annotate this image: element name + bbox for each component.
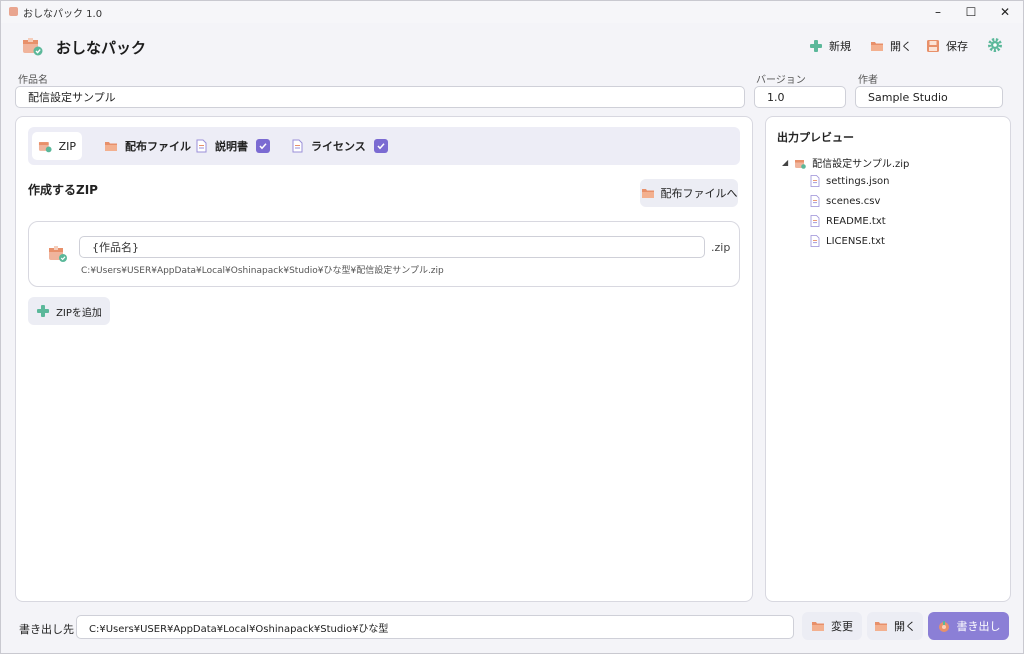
save-icon xyxy=(927,40,939,52)
app-name: おしなパック xyxy=(56,39,147,57)
gear-icon[interactable] xyxy=(987,37,1003,53)
tab-zip-label: ZIP xyxy=(58,139,76,153)
export-button-label: 書き出し xyxy=(956,620,1001,633)
add-zip-button[interactable]: ZIPを追加 xyxy=(28,297,110,325)
folder-icon xyxy=(812,622,824,631)
folder-icon xyxy=(875,622,887,631)
zip-icon xyxy=(38,142,52,153)
preview-title: 出力プレビュー xyxy=(777,131,854,144)
new-button[interactable]: 新規 xyxy=(809,37,851,55)
main-panel: ZIP 配布ファイル 説明書 ライセンス 作成するZIP 配布ファイルへ {作品… xyxy=(15,116,753,602)
tree-file-label: scenes.csv xyxy=(826,195,881,207)
change-button[interactable]: 変更 xyxy=(802,612,862,640)
app-mini-icon xyxy=(9,7,18,16)
close-button[interactable]: ✕ xyxy=(988,1,1022,23)
zip-icon xyxy=(795,159,806,169)
tree-file-label: LICENSE.txt xyxy=(826,235,885,247)
output-preview-panel: 出力プレビュー ◢ 配信設定サンプル.zip settings.json sce… xyxy=(765,116,1011,602)
tab-bar: ZIP 配布ファイル 説明書 ライセンス xyxy=(28,127,740,165)
open-button[interactable]: 開く xyxy=(870,37,912,55)
plus-icon xyxy=(37,305,50,317)
work-name-label: 作品名 xyxy=(18,75,48,86)
version-label: バージョン xyxy=(756,75,806,86)
zip-name-input[interactable]: {作品名} xyxy=(79,236,705,258)
title-bar: おしなパック 1.0 – ☐ ✕ xyxy=(1,1,1023,23)
author-label: 作者 xyxy=(858,75,878,86)
export-button[interactable]: 書き出し xyxy=(928,612,1009,640)
tab-readme[interactable]: 説明書 xyxy=(188,132,276,160)
file-icon xyxy=(810,175,820,187)
tree-root-label: 配信設定サンプル.zip xyxy=(812,159,910,170)
tree-file-item[interactable]: settings.json xyxy=(810,175,890,187)
output-path-input[interactable]: C:¥Users¥USER¥AppData¥Local¥Oshinapack¥S… xyxy=(76,615,794,639)
license-checkbox[interactable] xyxy=(373,139,388,153)
document-icon xyxy=(196,139,207,153)
open-folder-button-label: 開く xyxy=(894,620,916,633)
readme-checkbox[interactable] xyxy=(256,139,270,153)
tab-distribution-files[interactable]: 配布ファイル xyxy=(98,132,197,160)
maximize-button[interactable]: ☐ xyxy=(954,1,988,23)
zip-output-path: C:¥Users¥USER¥AppData¥Local¥Oshinapack¥S… xyxy=(81,266,444,276)
open-button-label: 開く xyxy=(890,40,912,53)
folder-icon xyxy=(641,189,654,198)
save-button-label: 保存 xyxy=(946,40,968,53)
tree-file-label: settings.json xyxy=(826,175,890,187)
zip-extension: .zip xyxy=(711,241,731,254)
change-button-label: 変更 xyxy=(831,620,853,633)
go-to-distribution-button[interactable]: 配布ファイルへ xyxy=(640,179,738,207)
minimize-button[interactable]: – xyxy=(921,1,955,23)
tab-license[interactable]: ライセンス xyxy=(284,132,394,160)
app-logo-icon xyxy=(23,38,43,56)
tab-zip[interactable]: ZIP xyxy=(32,132,82,160)
zip-package-icon xyxy=(49,246,67,262)
tree-file-item[interactable]: LICENSE.txt xyxy=(810,235,885,247)
new-button-label: 新規 xyxy=(829,40,851,53)
tree-file-item[interactable]: scenes.csv xyxy=(810,195,880,207)
folder-icon xyxy=(105,142,117,151)
tree-file-label: README.txt xyxy=(826,215,886,227)
file-icon xyxy=(810,195,820,207)
tab-license-label: ライセンス xyxy=(311,140,366,153)
plus-icon xyxy=(810,40,822,52)
open-folder-button[interactable]: 開く xyxy=(867,612,923,640)
tree-root-zip[interactable]: ◢ 配信設定サンプル.zip xyxy=(782,155,909,170)
document-icon xyxy=(292,139,303,153)
folder-icon xyxy=(871,42,883,51)
checkmark-icon xyxy=(377,143,385,150)
author-input[interactable]: Sample Studio xyxy=(855,86,1003,108)
work-name-input[interactable]: 配信設定サンプル xyxy=(15,86,745,108)
file-icon xyxy=(810,235,820,247)
tab-distribution-files-label: 配布ファイル xyxy=(125,140,191,153)
window-title: おしなパック 1.0 xyxy=(23,9,103,20)
output-destination-label: 書き出し先 xyxy=(19,623,74,636)
export-icon xyxy=(938,621,949,632)
add-zip-label: ZIPを追加 xyxy=(56,307,102,319)
zip-card: {作品名} .zip C:¥Users¥USER¥AppData¥Local¥O… xyxy=(28,221,740,287)
tab-readme-label: 説明書 xyxy=(215,140,248,153)
expand-arrow-icon[interactable]: ◢ xyxy=(782,158,788,167)
tree-file-item[interactable]: README.txt xyxy=(810,215,886,227)
version-input[interactable]: 1.0 xyxy=(754,86,846,108)
save-button[interactable]: 保存 xyxy=(926,37,968,55)
go-to-distribution-label: 配布ファイルへ xyxy=(660,187,738,200)
zip-section-title: 作成するZIP xyxy=(28,183,98,197)
app-window: おしなパック 1.0 – ☐ ✕ おしなパック 新規 開く 保存 作品名 配信設… xyxy=(0,0,1024,654)
file-icon xyxy=(810,215,820,227)
checkmark-icon xyxy=(259,143,267,150)
